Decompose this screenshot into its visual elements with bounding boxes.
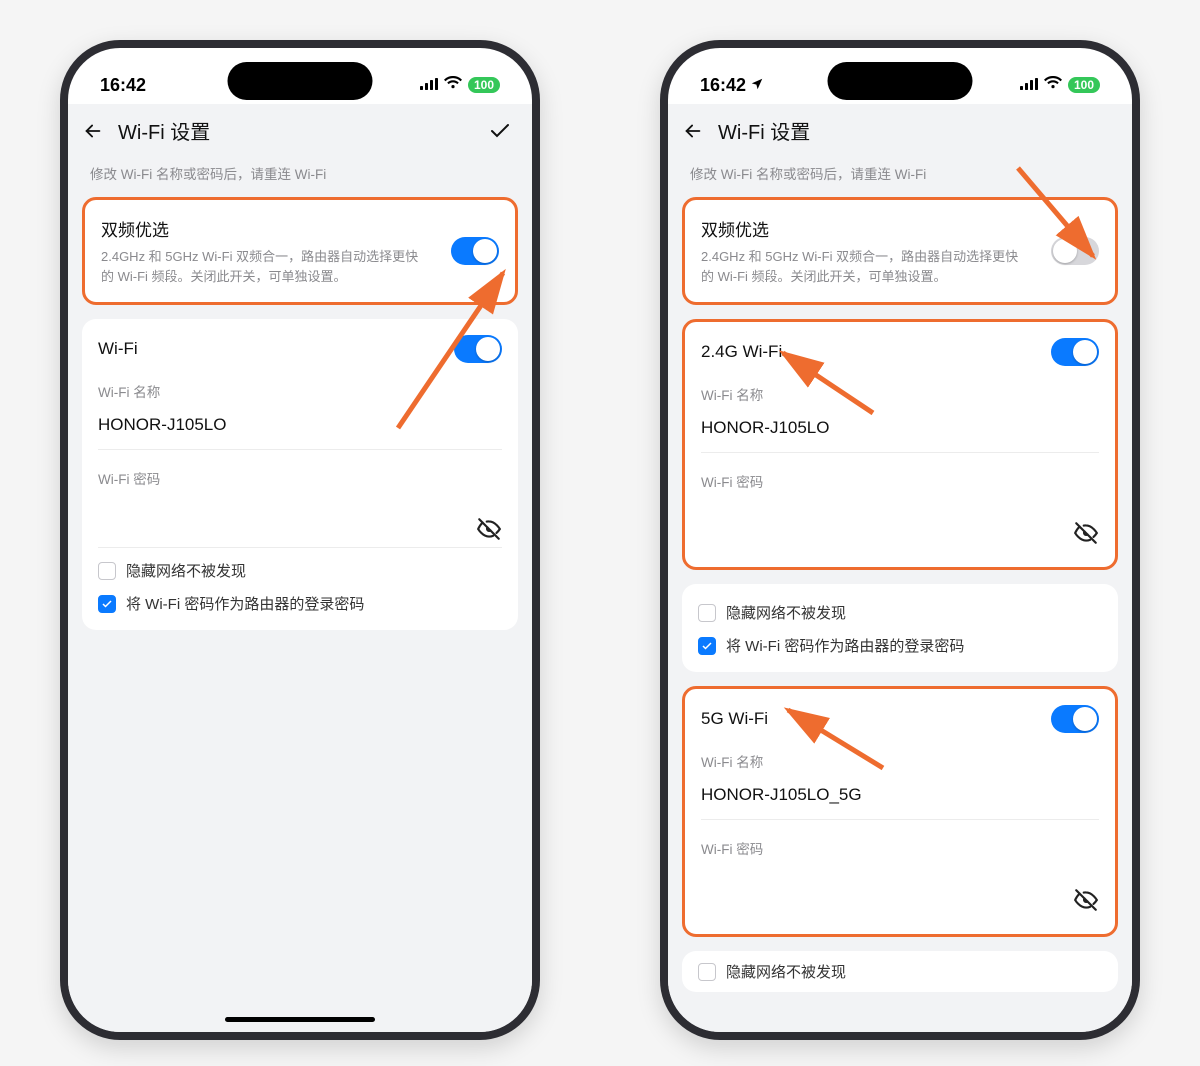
notch (228, 62, 373, 100)
status-time: 16:42 (700, 75, 746, 96)
hide-ssid-5g-row[interactable]: 隐藏网络不被发现 (698, 961, 1102, 982)
dual-band-card: 双频优选 2.4GHz 和 5GHz Wi-Fi 双频合一，路由器自动选择更快的… (682, 197, 1118, 305)
home-indicator[interactable] (225, 1017, 375, 1022)
wifi-card: Wi-Fi Wi-Fi 名称 HONOR-J105LO Wi-Fi 密码 隐藏网… (82, 319, 518, 630)
wifi-5g-pw-value[interactable] (701, 872, 1099, 918)
use-pw-login-row[interactable]: 将 Wi-Fi 密码作为路由器的登录密码 (698, 623, 1102, 656)
hide-ssid-row[interactable]: 隐藏网络不被发现 (98, 548, 502, 581)
nav-bar: Wi-Fi 设置 (668, 104, 1132, 159)
wifi-5g-toggle[interactable] (1051, 705, 1099, 733)
page-title: Wi-Fi 设置 (118, 116, 210, 145)
checkbox-unchecked-icon[interactable] (698, 604, 716, 622)
notch (828, 62, 973, 100)
wifi-5g-card: 5G Wi-Fi Wi-Fi 名称 HONOR-J105LO_5G Wi-Fi … (682, 686, 1118, 937)
screen-left: Wi-Fi 设置 修改 Wi-Fi 名称或密码后，请重连 Wi-Fi 双频优选 … (68, 104, 532, 1032)
phone-right: 16:42 100 Wi-Fi 设置 修改 Wi-Fi 名称 (660, 40, 1140, 1040)
screen-right: Wi-Fi 设置 修改 Wi-Fi 名称或密码后，请重连 Wi-Fi 双频优选 … (668, 104, 1132, 1032)
checkbox-unchecked-icon[interactable] (98, 562, 116, 580)
eye-off-icon[interactable] (1073, 887, 1099, 918)
nav-bar: Wi-Fi 设置 (68, 104, 532, 159)
wifi-pw-label: Wi-Fi 密码 (701, 838, 1099, 858)
back-icon[interactable] (82, 120, 104, 142)
wifi-24g-name-value[interactable]: HONOR-J105LO (701, 418, 1099, 453)
wifi-toggle[interactable] (454, 335, 502, 363)
hide-ssid-5g-label: 隐藏网络不被发现 (726, 961, 846, 982)
wifi-title: Wi-Fi (98, 339, 138, 359)
eye-off-icon[interactable] (476, 516, 502, 547)
wifi-24g-toggle[interactable] (1051, 338, 1099, 366)
wifi-24g-title: 2.4G Wi-Fi (701, 342, 782, 362)
dual-band-title: 双频优选 (101, 216, 431, 241)
dual-band-desc: 2.4GHz 和 5GHz Wi-Fi 双频合一，路由器自动选择更快的 Wi-F… (701, 247, 1031, 286)
hide-ssid-label: 隐藏网络不被发现 (126, 560, 246, 581)
wifi-name-value[interactable]: HONOR-J105LO (98, 415, 502, 450)
wifi-pw-value[interactable] (98, 502, 502, 548)
wifi-pw-label: Wi-Fi 密码 (701, 471, 1099, 491)
dual-band-toggle[interactable] (1051, 237, 1099, 265)
location-icon (750, 75, 764, 96)
dual-band-desc: 2.4GHz 和 5GHz Wi-Fi 双频合一，路由器自动选择更快的 Wi-F… (101, 247, 431, 286)
use-pw-login-label: 将 Wi-Fi 密码作为路由器的登录密码 (726, 635, 964, 656)
checkbox-checked-icon[interactable] (98, 595, 116, 613)
hide-ssid-5g-card: 隐藏网络不被发现 (682, 951, 1118, 992)
wifi-pw-label: Wi-Fi 密码 (98, 468, 502, 488)
wifi-icon (444, 76, 462, 94)
hide-ssid-label: 隐藏网络不被发现 (726, 602, 846, 623)
hide-ssid-row[interactable]: 隐藏网络不被发现 (698, 590, 1102, 623)
wifi-5g-name-value[interactable]: HONOR-J105LO_5G (701, 785, 1099, 820)
page-title: Wi-Fi 设置 (718, 116, 810, 145)
cellular-signal-icon (420, 77, 438, 94)
options-card: 隐藏网络不被发现 将 Wi-Fi 密码作为路由器的登录密码 (682, 584, 1118, 672)
checkbox-checked-icon[interactable] (698, 637, 716, 655)
back-icon[interactable] (682, 120, 704, 142)
dual-band-title: 双频优选 (701, 216, 1031, 241)
reconnect-notice: 修改 Wi-Fi 名称或密码后，请重连 Wi-Fi (668, 159, 1132, 197)
eye-off-icon[interactable] (1073, 520, 1099, 551)
wifi-icon (1044, 76, 1062, 94)
use-pw-login-row[interactable]: 将 Wi-Fi 密码作为路由器的登录密码 (98, 581, 502, 614)
wifi-name-label: Wi-Fi 名称 (701, 384, 1099, 404)
battery-indicator: 100 (1068, 77, 1100, 93)
wifi-24g-card: 2.4G Wi-Fi Wi-Fi 名称 HONOR-J105LO Wi-Fi 密… (682, 319, 1118, 570)
wifi-name-label: Wi-Fi 名称 (98, 381, 502, 401)
cellular-signal-icon (1020, 77, 1038, 94)
wifi-24g-pw-value[interactable] (701, 505, 1099, 551)
use-pw-login-label: 将 Wi-Fi 密码作为路由器的登录密码 (126, 593, 364, 614)
phone-left: 16:42 100 Wi-Fi 设置 修改 Wi-Fi 名称或密码后，请重 (60, 40, 540, 1040)
checkbox-unchecked-icon[interactable] (698, 963, 716, 981)
dual-band-toggle[interactable] (451, 237, 499, 265)
wifi-5g-title: 5G Wi-Fi (701, 709, 768, 729)
status-time: 16:42 (100, 75, 146, 96)
reconnect-notice: 修改 Wi-Fi 名称或密码后，请重连 Wi-Fi (68, 159, 532, 197)
dual-band-card: 双频优选 2.4GHz 和 5GHz Wi-Fi 双频合一，路由器自动选择更快的… (82, 197, 518, 305)
battery-indicator: 100 (468, 77, 500, 93)
confirm-icon[interactable] (488, 119, 512, 143)
wifi-name-label: Wi-Fi 名称 (701, 751, 1099, 771)
